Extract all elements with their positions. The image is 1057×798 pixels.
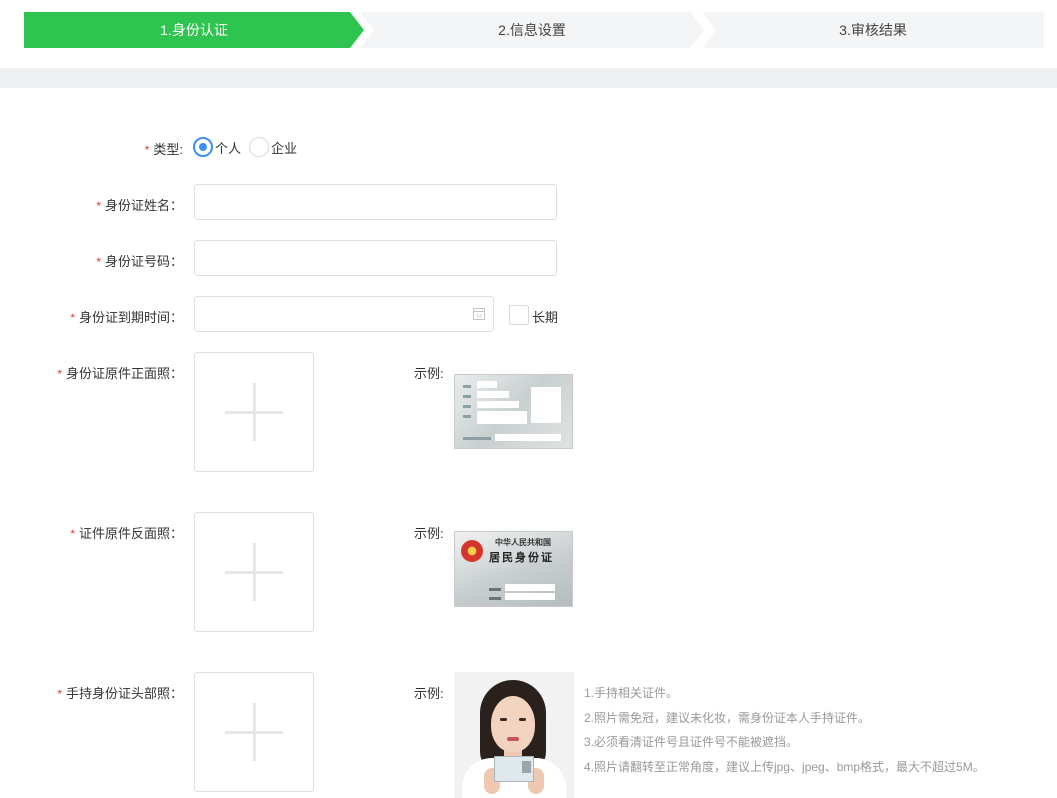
progress-steps: 1.身份认证 2.信息设置 3.审核结果: [24, 12, 1044, 48]
plus-icon: [225, 383, 283, 441]
id-back-title-line1: 中华人民共和国: [495, 537, 551, 547]
radio-enterprise-label[interactable]: 企业: [271, 138, 297, 157]
step-review-result: 3.审核结果: [702, 12, 1044, 48]
type-label: * 类型:: [144, 142, 183, 157]
photo-requirements-tips: 1.手持相关证件。 2.照片需免冠，建议未化妆，需身份证本人手持证件。 3.必须…: [584, 681, 985, 779]
id-back-title-line2: 居民身份证: [489, 551, 554, 564]
id-expiry-label: * 身份证到期时间：: [70, 310, 183, 325]
handheld-photo-label: * 手持身份证头部照：: [57, 686, 183, 701]
front-example-label: 示例:: [414, 366, 444, 381]
step-identity-verification: 1.身份认证: [24, 12, 364, 48]
id-number-input[interactable]: [194, 240, 557, 276]
id-number-label: * 身份证号码：: [96, 254, 183, 269]
back-example-label: 示例:: [414, 526, 444, 541]
id-expiry-date-picker[interactable]: [194, 296, 494, 332]
id-back-example-image: 中华人民共和国 居民身份证: [454, 531, 573, 607]
front-photo-label: * 身份证原件正面照：: [57, 366, 183, 381]
step-label: 1.身份认证: [160, 22, 228, 38]
long-term-label[interactable]: 长期: [532, 307, 558, 326]
back-photo-label: * 证件原件反面照：: [70, 526, 183, 541]
tip-item: 3.必须看清证件号且证件号不能被遮挡。: [584, 735, 799, 749]
type-radio-group: 个人 企业: [193, 136, 305, 158]
handheld-example-label: 示例:: [414, 686, 444, 701]
section-divider: [0, 68, 1057, 88]
step-label: 2.信息设置: [498, 22, 566, 38]
plus-icon: [225, 703, 283, 761]
radio-personal-label[interactable]: 个人: [215, 138, 241, 157]
tip-item: 4.照片请翻转至正常角度，建议上传jpg、jpeg、bmp格式，最大不超过5M。: [584, 759, 985, 774]
id-name-input[interactable]: [194, 184, 557, 220]
plus-icon: [225, 543, 283, 601]
handheld-photo-upload[interactable]: [194, 672, 314, 792]
tip-item: 2.照片需免冠，建议未化妆，需身份证本人手持证件。: [584, 710, 871, 725]
radio-enterprise[interactable]: [249, 137, 270, 157]
long-term-checkbox[interactable]: [509, 305, 529, 325]
national-emblem-icon: [461, 540, 483, 562]
step-label: 3.审核结果: [839, 22, 907, 38]
radio-personal[interactable]: [193, 137, 213, 157]
front-photo-upload[interactable]: [194, 352, 314, 472]
calendar-icon[interactable]: [473, 308, 485, 320]
handheld-example-image: [454, 672, 574, 798]
step-info-settings: 2.信息设置: [360, 12, 704, 48]
back-photo-upload[interactable]: [194, 512, 314, 632]
tip-item: 1.手持相关证件。: [584, 686, 679, 700]
id-name-label: * 身份证姓名：: [96, 198, 183, 213]
id-front-example-image: [454, 374, 573, 449]
